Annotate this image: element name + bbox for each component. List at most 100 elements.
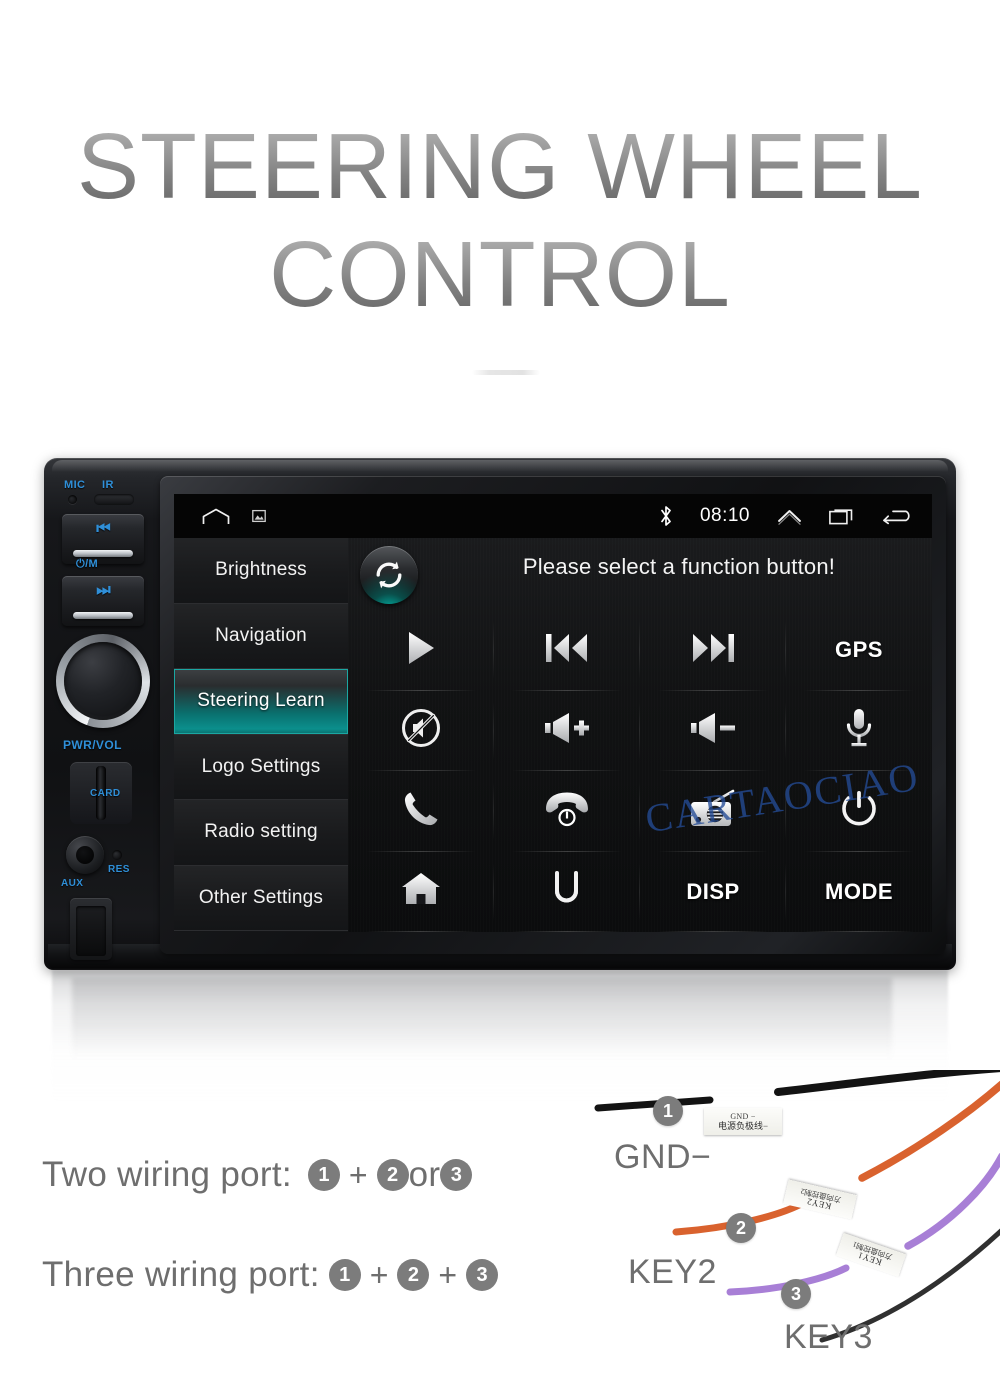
three-port-badge-1: 1 <box>328 1259 361 1291</box>
sidebar-item-brightness[interactable]: Brightness <box>174 538 348 604</box>
play-icon <box>404 629 438 672</box>
three-port-plus-2: + <box>438 1256 458 1293</box>
three-port-badge-2: 2 <box>397 1259 430 1291</box>
aux-input-jack[interactable] <box>66 836 104 874</box>
ir-receiver-window <box>94 494 134 505</box>
two-wiring-port-row: Two wiring port: 1 + 2 or 3 <box>42 1155 473 1195</box>
three-wiring-port-row: Three wiring port: 1 + 2 + 3 <box>42 1255 499 1295</box>
two-port-badge-2: 2 <box>376 1159 409 1191</box>
mode-button[interactable]: MODE <box>786 852 932 933</box>
page-title-line-1: STEERING WHEEL <box>0 112 1000 220</box>
next-track-button[interactable] <box>640 610 786 691</box>
sync-refresh-icon[interactable] <box>360 546 418 604</box>
volume-down-button[interactable] <box>640 691 786 772</box>
android-status-bar: 08:10 <box>174 494 932 538</box>
home-button[interactable] <box>348 852 494 933</box>
home-icon[interactable] <box>202 508 230 525</box>
wire-badge-3: 3 <box>781 1279 811 1309</box>
power-icon <box>840 789 878 834</box>
wire-name-gnd: GND− <box>614 1138 712 1176</box>
gps-button[interactable]: GPS <box>786 610 932 691</box>
three-port-badge-3: 3 <box>466 1259 499 1291</box>
usb-slot[interactable] <box>70 898 112 960</box>
microphone-icon <box>844 707 874 754</box>
next-icon <box>690 631 736 670</box>
res-label: RES <box>108 864 130 875</box>
bluetooth-icon <box>659 505 673 527</box>
volume-up-icon <box>543 711 591 750</box>
wire-badge-1: 1 <box>653 1096 683 1126</box>
screen-bezel: 08:10 Brightness Navigation Steering Lea… <box>160 476 946 954</box>
knob-face <box>64 642 142 720</box>
screenshot-icon[interactable] <box>252 509 266 523</box>
home-icon <box>400 870 442 913</box>
wire-name-key3: KEY3 <box>784 1318 873 1356</box>
previous-track-button[interactable] <box>494 610 640 691</box>
reset-pinhole-button[interactable] <box>112 850 122 860</box>
wire-name-key2: KEY2 <box>628 1253 717 1291</box>
next-track-icon: ⏭ <box>96 582 110 599</box>
power-button[interactable] <box>786 771 932 852</box>
car-stereo-head-unit: MIC IR ⏮ ⏻/M ⏭ PWR/VOL CARD RES AUX 08:1… <box>44 458 956 970</box>
call-end-button[interactable] <box>494 771 640 852</box>
button-bar-highlight <box>73 550 133 557</box>
recents-icon[interactable] <box>829 507 855 525</box>
mic-label: MIC <box>64 479 86 491</box>
touchscreen-display[interactable]: 08:10 Brightness Navigation Steering Lea… <box>174 494 932 932</box>
page-title-line-2: CONTROL <box>0 220 1000 328</box>
power-volume-knob[interactable] <box>56 634 150 728</box>
aux-label: AUX <box>61 878 84 889</box>
three-wiring-port-label: Three wiring port: <box>42 1255 320 1294</box>
usb-slot-opening <box>76 906 106 956</box>
two-wiring-port-label: Two wiring port: <box>42 1155 292 1194</box>
previous-track-hardware-button[interactable]: ⏮ <box>62 514 144 564</box>
mute-button[interactable] <box>348 691 494 772</box>
two-port-badge-3: 3 <box>440 1159 473 1191</box>
sidebar-item-radio-setting[interactable]: Radio setting <box>174 800 348 866</box>
function-button-grid: GPS DISP MODE <box>348 610 932 932</box>
call-end-icon <box>543 791 591 832</box>
disp-button[interactable]: DISP <box>640 852 786 933</box>
steering-learn-panel: Please select a function button! GPS DIS… <box>348 538 932 932</box>
volume-up-button[interactable] <box>494 691 640 772</box>
previous-track-icon: ⏮ <box>96 520 110 537</box>
back-arrow-icon[interactable] <box>882 508 910 525</box>
ir-label: IR <box>102 479 114 491</box>
three-port-plus-1: + <box>369 1256 389 1293</box>
sidebar-item-logo-settings[interactable]: Logo Settings <box>174 734 348 800</box>
radio-icon <box>688 789 738 834</box>
previous-icon <box>544 631 590 670</box>
mode-button-label: MODE <box>825 878 893 904</box>
play-button[interactable] <box>348 610 494 691</box>
next-track-hardware-button[interactable]: ⏭ <box>62 576 144 626</box>
button-bar-highlight <box>73 612 133 619</box>
head-unit-reflection-inner <box>72 978 892 1074</box>
wire-tag-gnd-line1: GND − <box>730 1111 756 1121</box>
mute-icon <box>400 707 442 754</box>
sidebar-item-navigation[interactable]: Navigation <box>174 603 348 669</box>
status-bar-clock: 08:10 <box>699 505 750 526</box>
chevron-up-icon[interactable] <box>777 508 802 525</box>
hardware-control-panel: MIC IR ⏮ ⏻/M ⏭ PWR/VOL CARD RES AUX <box>52 466 154 962</box>
microphone-hole-icon <box>68 495 77 504</box>
return-button[interactable] <box>494 852 640 933</box>
volume-down-icon <box>689 711 737 750</box>
wire-badge-2: 2 <box>726 1213 756 1243</box>
page-title: STEERING WHEEL CONTROL <box>0 112 1000 328</box>
title-divider <box>472 370 540 375</box>
call-answer-icon <box>401 789 441 834</box>
wire-tag-gnd-line2: 电源负极线− <box>717 1120 769 1131</box>
microphone-button[interactable] <box>786 691 932 772</box>
pwr-vol-label: PWR/VOL <box>63 738 122 752</box>
function-prompt-text: Please select a function button! <box>522 554 836 579</box>
two-port-or: or <box>408 1155 441 1194</box>
power-mode-label: ⏻/M <box>76 558 99 570</box>
radio-button[interactable] <box>640 771 786 852</box>
settings-sidebar: Brightness Navigation Steering Learn Log… <box>174 538 348 932</box>
aux-jack-bore <box>76 846 94 864</box>
sidebar-item-other-settings[interactable]: Other Settings <box>174 865 348 931</box>
card-label: CARD <box>90 788 121 799</box>
sidebar-item-steering-learn[interactable]: Steering Learn <box>174 669 348 735</box>
return-icon <box>546 869 588 914</box>
call-answer-button[interactable] <box>348 771 494 852</box>
